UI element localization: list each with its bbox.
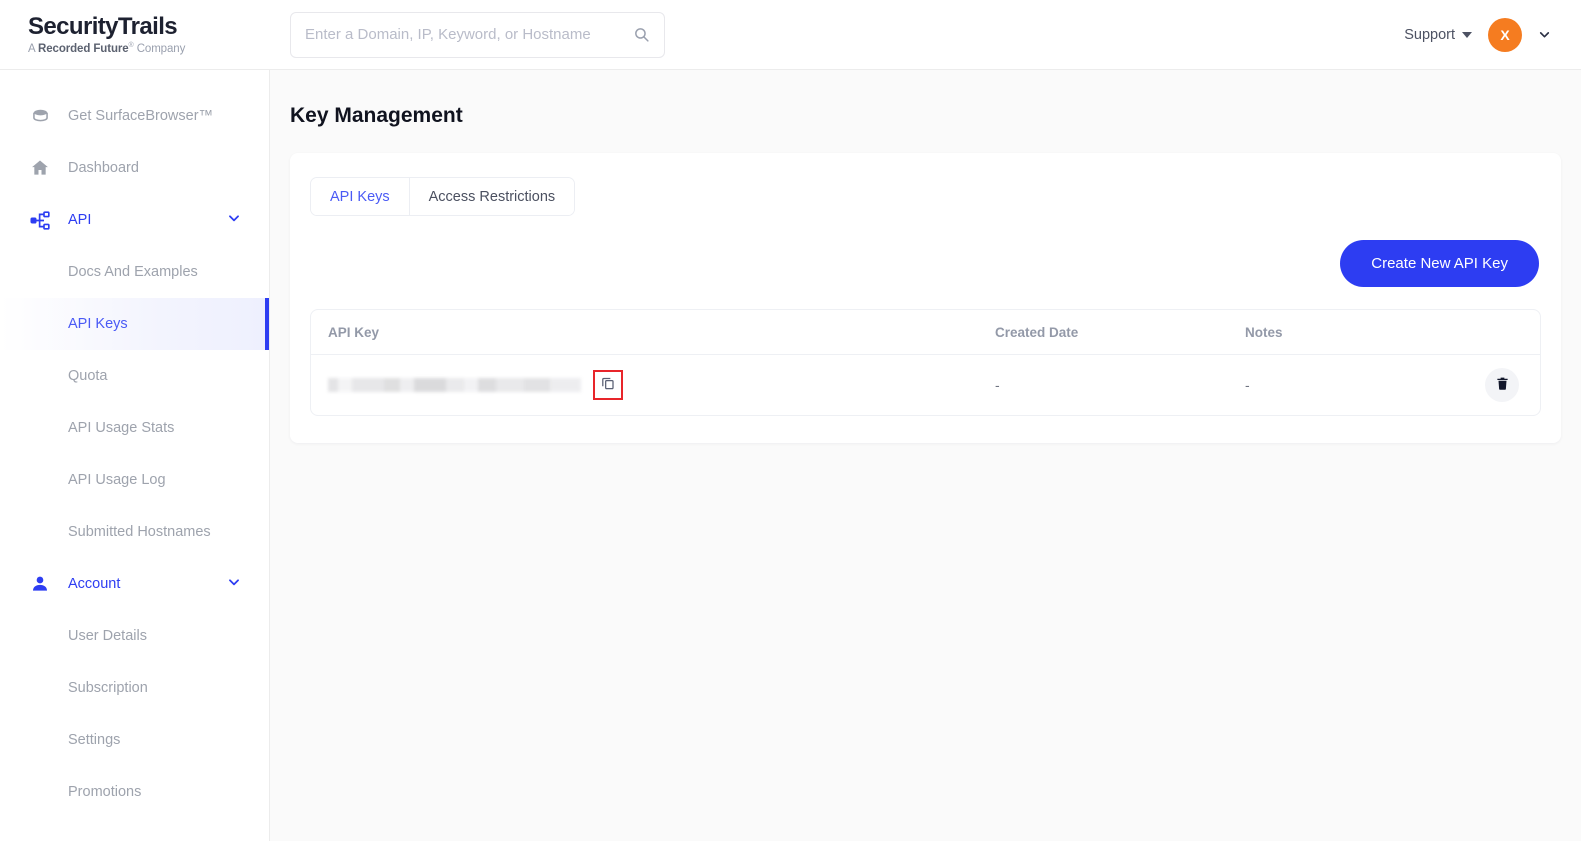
sidebar-item-dashboard[interactable]: Dashboard (0, 142, 269, 194)
column-header-api-key: API Key (328, 324, 380, 340)
search-icon[interactable] (633, 26, 650, 43)
copy-api-key-button[interactable] (593, 370, 623, 400)
tab-label: API Keys (330, 188, 390, 205)
api-key-value-redacted (328, 378, 581, 392)
chevron-down-icon (1462, 31, 1472, 38)
search-input[interactable] (305, 26, 633, 43)
tab-access-restrictions[interactable]: Access Restrictions (408, 178, 575, 215)
actions-row: Create New API Key (310, 240, 1541, 287)
top-bar: SecurityTrails A Recorded Future® Compan… (0, 0, 1581, 70)
page-title: Key Management (290, 104, 463, 127)
brand-name: SecurityTrails (28, 13, 178, 41)
sidebar-item-api[interactable]: API (0, 194, 269, 246)
support-label: Support (1404, 26, 1455, 43)
trash-icon (1495, 376, 1510, 394)
table-row: - - (311, 355, 1540, 415)
column-header-notes: Notes (1245, 324, 1283, 340)
sitemap-icon (28, 210, 52, 231)
tab-api-keys[interactable]: API Keys (311, 178, 409, 215)
sidebar-item-quota[interactable]: Quota (0, 350, 269, 402)
user-menu-chevron-down-icon[interactable] (1538, 28, 1551, 41)
sidebar-item-label: Subscription (68, 680, 148, 696)
sidebar-item-label: Submitted Hostnames (68, 524, 211, 540)
brand-tagline-bold: Recorded Future (38, 42, 129, 55)
chevron-down-icon[interactable] (227, 211, 241, 230)
person-icon (28, 574, 52, 594)
sidebar-item-submitted-hostnames[interactable]: Submitted Hostnames (0, 506, 269, 558)
row-actions-cell (1445, 368, 1523, 402)
sidebar-item-label: Account (68, 576, 121, 592)
delete-api-key-button[interactable] (1485, 368, 1519, 402)
brand-tagline: A Recorded Future® Company (28, 42, 270, 55)
search-bar[interactable] (290, 11, 665, 58)
sidebar-item-subscription[interactable]: Subscription (0, 662, 269, 714)
sidebar-item-account[interactable]: Account (0, 558, 269, 610)
sidebar-item-label: Dashboard (68, 160, 139, 176)
top-bar-right: Support X (1404, 17, 1581, 52)
home-icon (28, 158, 52, 178)
column-header-created-date: Created Date (995, 324, 1079, 340)
sidebar-item-api-usage-stats[interactable]: API Usage Stats (0, 402, 269, 454)
sidebar-item-label: API Usage Stats (68, 420, 175, 436)
sidebar-item-api-usage-log[interactable]: API Usage Log (0, 454, 269, 506)
sidebar-item-settings[interactable]: Settings (0, 714, 269, 766)
sidebar-item-label: Get SurfaceBrowser™ (68, 108, 214, 124)
sidebar-item-label: Promotions (68, 784, 142, 800)
sidebar-item-label: API Keys (68, 316, 128, 332)
tab-bar: API Keys Access Restrictions (310, 177, 576, 216)
sidebar: Get SurfaceBrowser™ Dashboard API Docs A… (0, 70, 270, 841)
create-new-api-key-button[interactable]: Create New API Key (1340, 240, 1539, 287)
sidebar-item-label: Quota (68, 368, 108, 384)
sidebar-item-get-surfacebrowser[interactable]: Get SurfaceBrowser™ (0, 90, 269, 142)
sidebar-item-label: Docs And Examples (68, 264, 198, 280)
table-header-row: API Key Created Date Notes (311, 310, 1540, 355)
brand-tagline-pre: A (28, 42, 39, 55)
brand-logo[interactable]: SecurityTrails A Recorded Future® Compan… (0, 0, 270, 70)
sidebar-item-label: API Usage Log (68, 472, 166, 488)
avatar[interactable]: X (1488, 17, 1522, 52)
key-management-card: API Keys Access Restrictions Create New … (290, 153, 1561, 443)
notes-cell: - (1245, 377, 1250, 393)
brand-tagline-post: Company (133, 42, 186, 55)
sidebar-item-docs-and-examples[interactable]: Docs And Examples (0, 246, 269, 298)
support-menu[interactable]: Support (1404, 27, 1472, 43)
database-icon (28, 106, 52, 127)
sidebar-item-api-keys[interactable]: API Keys (0, 298, 269, 350)
sidebar-item-user-details[interactable]: User Details (0, 610, 269, 662)
chevron-down-icon[interactable] (227, 575, 241, 594)
main-content: Key Management API Keys Access Restricti… (270, 70, 1581, 841)
api-key-cell (328, 370, 995, 400)
tab-label: Access Restrictions (428, 188, 556, 205)
copy-icon (600, 375, 616, 396)
sidebar-item-label: Settings (68, 732, 121, 748)
sidebar-item-promotions[interactable]: Promotions (0, 766, 269, 818)
sidebar-item-label: User Details (68, 628, 147, 644)
api-keys-table: API Key Created Date Notes - - (310, 309, 1541, 416)
sidebar-item-label: API (68, 212, 92, 228)
created-date-cell: - (995, 377, 1000, 393)
